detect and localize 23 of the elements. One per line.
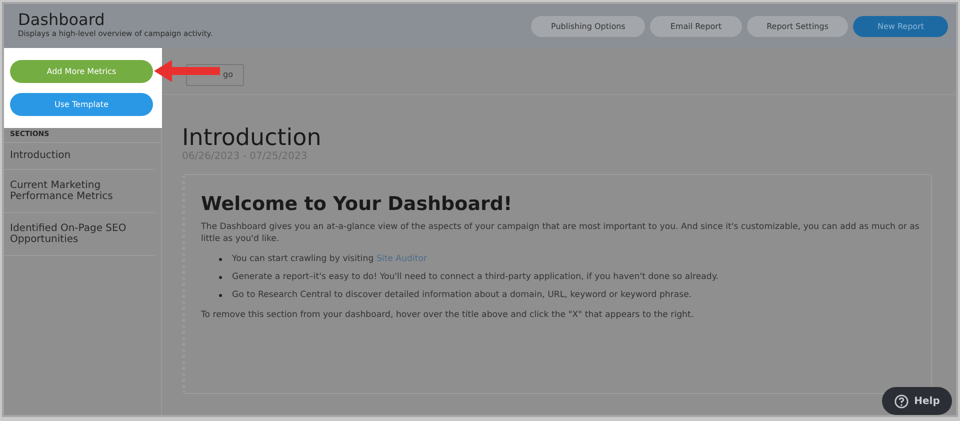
sidebar-item[interactable]: Identified On-Page SEO Opportunities [4,213,155,256]
help-button[interactable]: Help [882,387,952,415]
note-text: To remove this section from your dashboard, hover over the title above and click the "X" that appears to the right. [201,309,695,321]
page-title: Dashboard [18,10,106,29]
bullet-text: Generate a report–it's easy to do! You'll need to connect a third-party application, if you haven't done so already. [232,271,718,283]
bullet-icon [219,276,222,278]
action-button[interactable]: Add More Metrics [10,60,153,83]
header-button[interactable]: New Report [853,16,948,37]
header-button[interactable]: Publishing Options [531,16,646,37]
bullet-text: You can start crawling by visiting Site Auditor [232,253,427,265]
sidebar-item[interactable]: Current Marketing Performance Metrics [4,170,155,213]
bullet-text: Go to Research Central to discover detailed information about a domain, URL, keyword or keyword phrase. [232,289,692,301]
bullet-icon [219,258,222,260]
intro-text: The Dashboard gives you an at-a-glance view of the aspects of your campaign that are most important to you. And since it's customizable, you can add as much or as little as you'd like. [201,221,920,245]
sidebar-item[interactable]: Introduction [4,143,155,170]
action-button[interactable]: Use Template [10,93,153,116]
card-title: Welcome to Your Dashboard! [201,193,514,215]
header-button[interactable]: Email Report [650,16,742,37]
arrow-icon [154,60,220,82]
help-icon [894,394,910,408]
bullet-icon [219,294,222,296]
section-title: Introduction [182,125,322,151]
header-button[interactable]: Report Settings [746,16,848,37]
